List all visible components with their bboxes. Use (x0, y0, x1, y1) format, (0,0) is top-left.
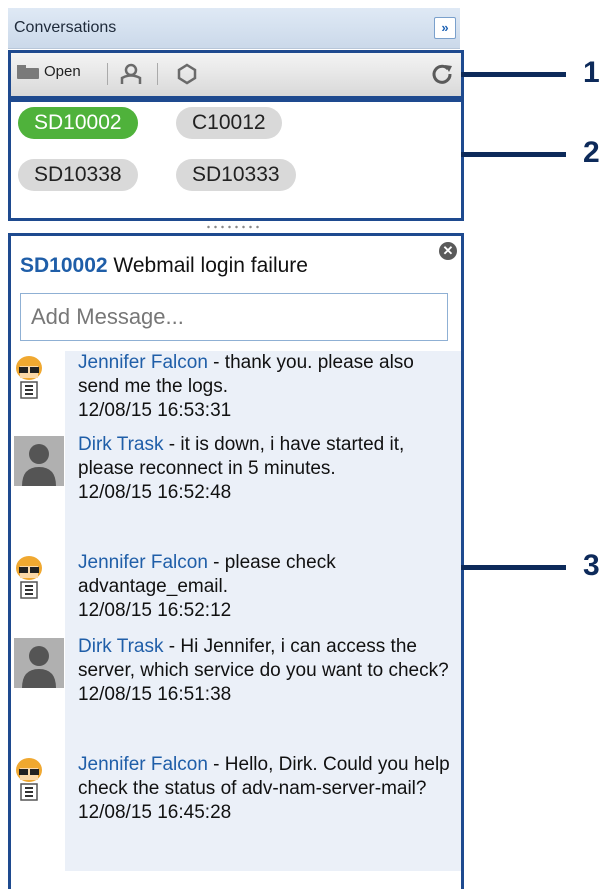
conversation-tabs: SD10002 C10012 SD10338 SD10333 (8, 99, 464, 221)
message-timestamp: 12/08/15 16:51:38 (78, 684, 232, 705)
message-author[interactable]: Jennifer Falcon (78, 352, 208, 373)
default-user-icon (14, 638, 64, 688)
conversation-toolbar: Open (8, 50, 464, 99)
tab-c10012[interactable]: C10012 (176, 107, 282, 139)
message-item: Dirk Trask - Hi Jennifer, i can access t… (11, 635, 461, 754)
message-author[interactable]: Jennifer Falcon (78, 754, 208, 775)
callout-line-2 (461, 152, 566, 157)
refresh-icon (432, 64, 452, 84)
tab-sd10338[interactable]: SD10338 (18, 159, 138, 191)
message-body: Jennifer Falcon - Hello, Dirk. Could you… (78, 753, 456, 825)
callout-number-3: 3 (583, 549, 600, 582)
person-icon (120, 63, 142, 84)
callout-number-2: 2 (583, 136, 600, 169)
open-button-label: Open (44, 63, 81, 80)
female-avatar-icon (11, 351, 65, 433)
callout-number-1: 1 (583, 56, 600, 89)
message-text: - please check (207, 552, 336, 573)
message-text: - Hi Jennifer, i can (163, 636, 321, 657)
default-user-icon (11, 635, 65, 753)
callout-line-3 (461, 565, 566, 570)
message-timestamp: 12/08/15 16:52:48 (78, 482, 232, 503)
participants-button[interactable] (119, 63, 143, 90)
conversation-panel: SD10002 Webmail login failure ✕ Jennifer… (8, 233, 464, 889)
message-timestamp: 12/08/15 16:52:12 (78, 600, 232, 621)
conversation-title: SD10002 Webmail login failure (20, 254, 308, 278)
female-avatar-icon (11, 753, 65, 871)
default-user-icon (11, 433, 65, 551)
female-avatar-icon (16, 356, 42, 399)
folder-icon (17, 64, 39, 79)
message-author[interactable]: Dirk Trask (78, 636, 164, 657)
conversations-header: Conversations » (8, 8, 460, 49)
ticket-title: Webmail login failure (113, 254, 308, 277)
add-message-input[interactable] (20, 293, 448, 341)
female-avatar-icon (16, 556, 42, 599)
message-author[interactable]: Dirk Trask (78, 434, 164, 455)
message-item: Jennifer Falcon - please check advantage… (11, 551, 461, 636)
close-conversation-icon[interactable]: ✕ (439, 242, 457, 260)
panel-title: Conversations (14, 19, 117, 36)
default-user-icon (14, 436, 64, 486)
message-item: Jennifer Falcon - Hello, Dirk. Could you… (11, 753, 461, 872)
message-timestamp: 12/08/15 16:45:28 (78, 802, 232, 823)
message-item: Dirk Trask - it is down, i have started … (11, 433, 461, 552)
message-body: Dirk Trask - it is down, i have started … (78, 433, 456, 505)
message-item: Jennifer Falcon - thank you. please also… (11, 351, 461, 434)
message-body: Dirk Trask - Hi Jennifer, i can access t… (78, 635, 456, 707)
cycle-button[interactable] (175, 63, 199, 90)
callout-line-1 (461, 72, 566, 77)
message-body: Jennifer Falcon - please check advantage… (78, 551, 456, 623)
cycle-icon (177, 63, 197, 85)
female-avatar-icon (11, 551, 65, 635)
open-button[interactable]: Open (17, 63, 81, 80)
collapse-panel-icon[interactable]: » (434, 17, 456, 39)
message-text: - thank you. please (207, 352, 374, 373)
resize-handle[interactable] (205, 224, 261, 230)
message-text: - it is down, i have (163, 434, 321, 455)
toolbar-divider (157, 63, 158, 85)
female-avatar-icon (16, 758, 42, 801)
tab-sd10002[interactable]: SD10002 (18, 107, 138, 139)
message-author[interactable]: Jennifer Falcon (78, 552, 208, 573)
tab-sd10333[interactable]: SD10333 (176, 159, 296, 191)
message-text: - Hello, Dirk. Could (207, 754, 373, 775)
refresh-button[interactable] (431, 63, 453, 90)
ticket-id[interactable]: SD10002 (20, 254, 108, 277)
message-timestamp: 12/08/15 16:53:31 (78, 400, 232, 421)
message-body: Jennifer Falcon - thank you. please also… (78, 351, 456, 423)
message-text: advantage_email. (78, 576, 228, 597)
toolbar-divider (107, 63, 108, 85)
